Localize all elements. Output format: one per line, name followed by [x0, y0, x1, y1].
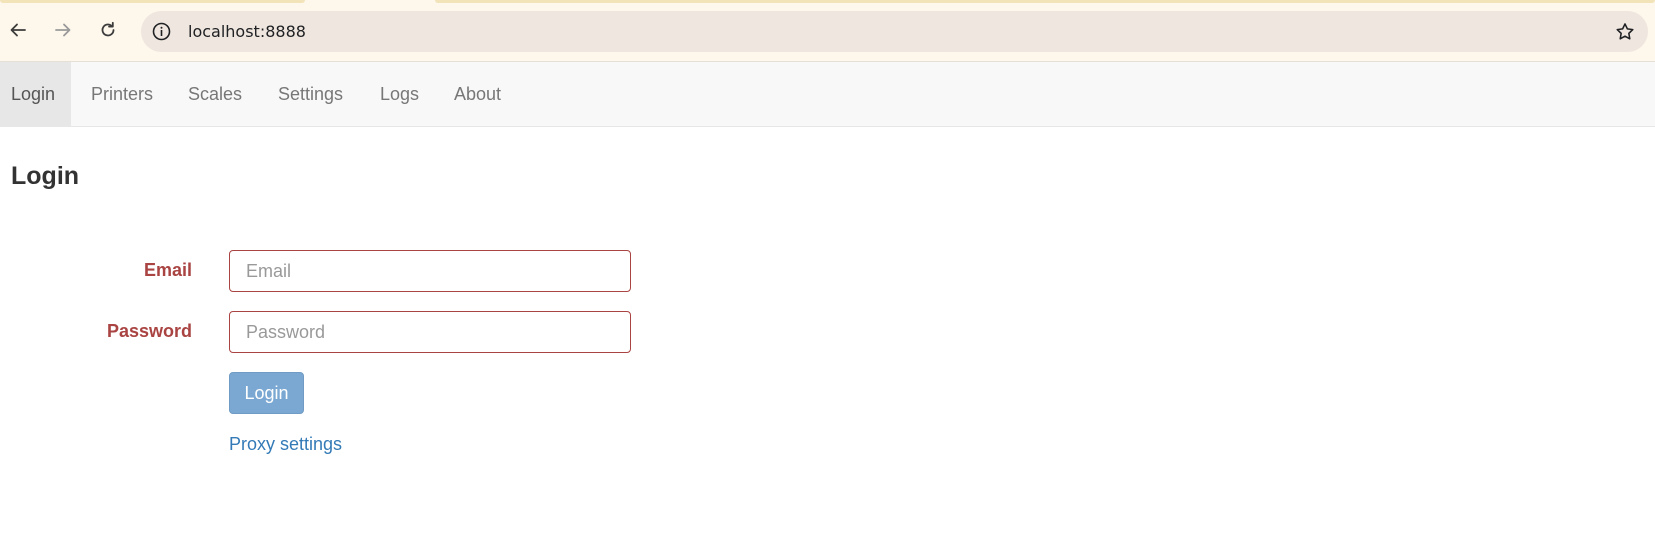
- email-field[interactable]: [229, 250, 631, 292]
- arrow-right-icon: [55, 23, 71, 37]
- nav-item-settings[interactable]: Settings: [260, 62, 361, 126]
- arrow-left-icon: [10, 23, 26, 37]
- back-button[interactable]: [2, 14, 34, 46]
- nav-item-scales[interactable]: Scales: [170, 62, 260, 126]
- address-bar[interactable]: localhost:8888: [141, 11, 1648, 52]
- nav-item-logs[interactable]: Logs: [362, 62, 437, 126]
- password-label: Password: [106, 321, 192, 341]
- nav-item-login[interactable]: Login: [0, 62, 71, 126]
- browser-toolbar: localhost:8888: [0, 0, 1655, 62]
- nav-item-about[interactable]: About: [436, 62, 519, 126]
- nav-item-printers[interactable]: Printers: [73, 62, 171, 126]
- proxy-settings-link[interactable]: Proxy settings: [229, 434, 342, 455]
- tab-strip-edge: [0, 0, 305, 3]
- email-label: Email: [143, 260, 192, 280]
- password-field[interactable]: [229, 311, 631, 353]
- url-text[interactable]: localhost:8888: [188, 22, 306, 41]
- reload-icon: [101, 21, 115, 37]
- star-icon[interactable]: [1614, 21, 1636, 43]
- info-icon[interactable]: [151, 21, 172, 42]
- forward-button[interactable]: [47, 14, 79, 46]
- page-title: Login: [11, 162, 80, 190]
- tab-strip-edge: [435, 0, 1655, 3]
- reload-button[interactable]: [92, 14, 124, 46]
- app-navbar: Login Printers Scales Settings Logs Abou…: [0, 62, 1655, 127]
- login-button[interactable]: Login: [229, 372, 304, 414]
